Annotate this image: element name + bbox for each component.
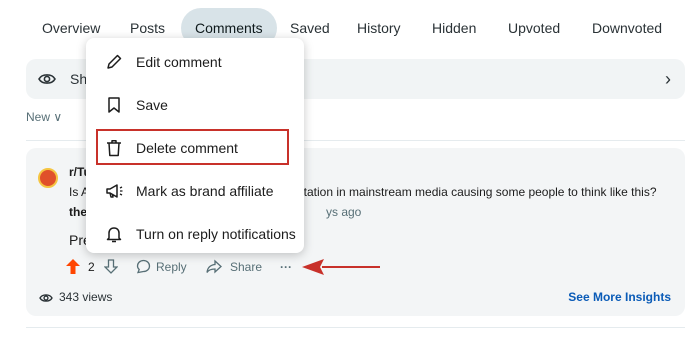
pencil-icon — [107, 54, 122, 69]
reply-button[interactable]: Reply — [156, 260, 187, 274]
comment-author[interactable]: the — [69, 205, 87, 219]
vote-count: 2 — [88, 260, 95, 274]
tab-upvoted[interactable]: Upvoted — [494, 8, 574, 48]
eye-icon — [38, 74, 56, 84]
annotation-arrow-icon — [302, 259, 380, 275]
menu-item-label: Mark as brand affiliate — [136, 183, 274, 199]
upvote-icon[interactable] — [66, 259, 80, 274]
menu-item-reply-notifications[interactable]: Turn on reply notifications — [86, 212, 304, 255]
downvote-icon[interactable] — [104, 259, 118, 274]
bookmark-icon — [108, 97, 120, 113]
see-more-insights-link[interactable]: See More Insights — [568, 290, 671, 304]
menu-item-label: Save — [136, 97, 168, 113]
views-eye-icon — [39, 294, 53, 302]
tab-downvoted[interactable]: Downvoted — [578, 8, 676, 48]
menu-item-label: Edit comment — [136, 54, 222, 70]
comment-time: ys ago — [326, 205, 362, 219]
sort-dropdown[interactable]: New ∨ — [26, 110, 62, 124]
comment-bubble-icon[interactable] — [136, 259, 151, 274]
share-icon[interactable] — [206, 259, 222, 274]
menu-item-label: Turn on reply notifications — [136, 226, 296, 242]
menu-item-save[interactable]: Save — [86, 83, 304, 126]
share-button[interactable]: Share — [230, 260, 262, 274]
tab-history[interactable]: History — [343, 8, 415, 48]
delete-highlight-box — [96, 129, 289, 165]
megaphone-icon — [106, 184, 123, 198]
post-title-end[interactable]: ntation in mainstream media causing some… — [297, 185, 657, 199]
chevron-right-icon[interactable]: › — [665, 69, 671, 90]
bell-icon — [106, 227, 122, 243]
menu-item-edit-comment[interactable]: Edit comment — [86, 40, 304, 83]
divider — [26, 327, 685, 328]
menu-item-mark-brand-affiliate[interactable]: Mark as brand affiliate — [86, 169, 304, 212]
tab-hidden[interactable]: Hidden — [418, 8, 490, 48]
view-count: 343 views — [59, 290, 113, 304]
subreddit-avatar — [38, 168, 58, 188]
more-options-button[interactable]: ··· — [280, 260, 292, 274]
